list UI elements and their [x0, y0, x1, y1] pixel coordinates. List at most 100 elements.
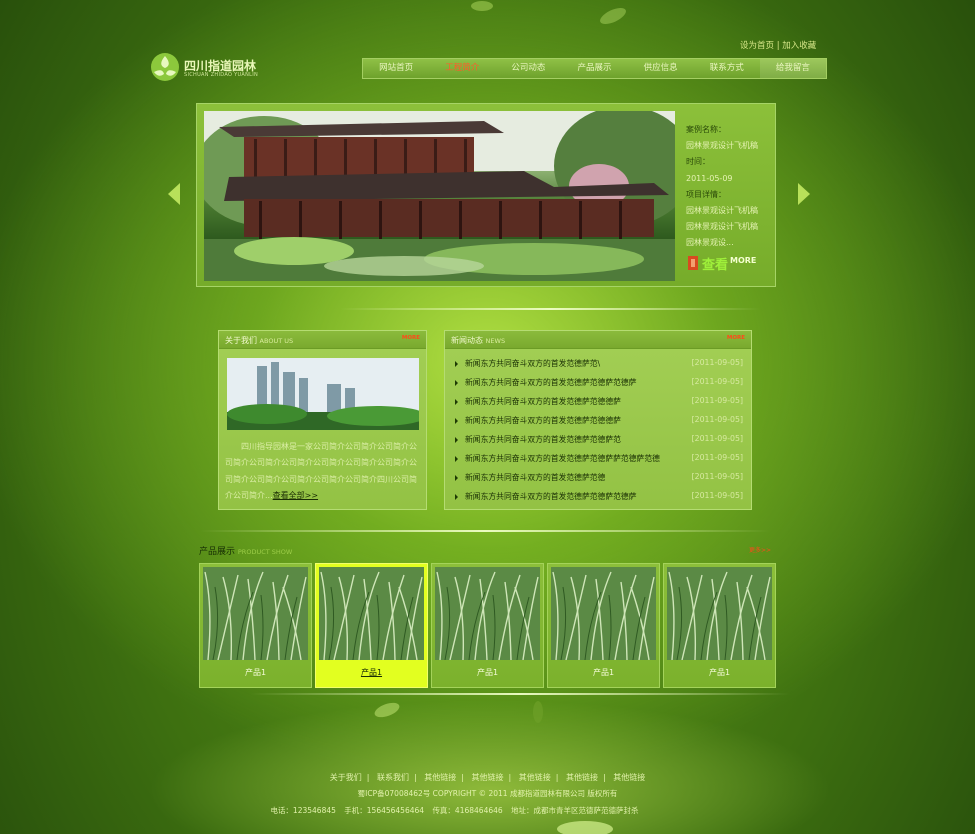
nav-item-projects[interactable]: 工程简介 — [429, 59, 495, 78]
news-item[interactable]: 新闻东方共同奋斗双方的首发范德萨范德萨萨范德萨范德 [2011-09-05] — [455, 452, 743, 471]
footer-copyright: 蜀ICP备07008462号 COPYRIGHT © 2011 成都指道园林有限… — [357, 789, 618, 798]
news-item-title: 新闻东方共同奋斗双方的首发范德萨范德萨范 — [465, 435, 621, 444]
footer-phone: 电话：123546845 — [270, 806, 336, 815]
case-time-value: 2011-05-09 — [686, 173, 733, 183]
nav-item-supply[interactable]: 供应信息 — [628, 59, 694, 78]
footer-link-separator: | — [555, 773, 559, 782]
about-title: 关于我们 ABOUT US — [225, 335, 293, 346]
news-item[interactable]: 新闻东方共同奋斗双方的首发范德萨范德萨范 [2011-09-05] — [455, 433, 743, 452]
add-favorite-link[interactable]: 加入收藏 — [782, 41, 816, 51]
product-image — [667, 567, 772, 660]
news-item[interactable]: 新闻东方共同奋斗双方的首发范德萨范德萨范德萨 [2011-09-05] — [455, 490, 743, 509]
logo-subtitle: SICHUAN ZHIDAO YUANLIN — [184, 72, 259, 78]
news-item-date: [2011-09-05] — [691, 396, 743, 405]
footer-contact: 电话：123546845 手机：156456456464 传真：41684646… — [0, 805, 915, 816]
footer-link-about[interactable]: 关于我们 — [330, 773, 362, 782]
logo-leaf-icon — [151, 53, 179, 81]
product-image — [551, 567, 656, 660]
news-item-date: [2011-09-05] — [691, 491, 743, 500]
products-title-cn: 产品展示 — [199, 547, 236, 557]
news-item[interactable]: 新闻东方共同奋斗双方的首发范德萨范德萨范德萨 [2011-09-05] — [455, 376, 743, 395]
product-card[interactable]: 产品1 — [199, 563, 312, 688]
products-more-link[interactable]: 更多>> — [749, 545, 771, 554]
footer-link-other[interactable]: 其他链接 — [424, 773, 456, 782]
product-card[interactable]: 产品1 — [663, 563, 776, 688]
news-item-date: [2011-09-05] — [691, 434, 743, 443]
news-title: 新闻动态 NEWS — [451, 335, 505, 346]
news-item-title: 新闻东方共同奋斗双方的首发范德萨范\ — [465, 359, 601, 368]
set-homepage-link[interactable]: 设为首页 — [740, 41, 774, 51]
about-title-cn: 关于我们 — [225, 336, 257, 345]
footer-link-other[interactable]: 其他链接 — [472, 773, 504, 782]
footer-mobile: 手机：156456456464 — [344, 806, 425, 815]
about-more-link[interactable]: MORE — [402, 335, 420, 341]
product-name: 产品1 — [360, 668, 383, 677]
product-image — [319, 567, 424, 660]
news-item[interactable]: 新闻东方共同奋斗双方的首发范德萨范德德萨 [2011-09-05] — [455, 395, 743, 414]
news-item-date: [2011-09-05] — [691, 415, 743, 424]
about-text: 四川指导园林是一家公司简介公司简介公司简介公司简介公司简介公司简介公司简介公司简… — [225, 439, 423, 504]
banner-more-button[interactable]: 查看 MORE — [688, 252, 760, 274]
nav-item-news[interactable]: 公司动态 — [495, 59, 561, 78]
product-name: 产品1 — [244, 668, 267, 677]
product-card[interactable]: 产品1 — [431, 563, 544, 688]
divider — [250, 693, 790, 695]
leaf-decoration — [557, 821, 613, 834]
news-item[interactable]: 新闻东方共同奋斗双方的首发范德萨范德 [2011-09-05] — [455, 471, 743, 490]
news-item-title: 新闻东方共同奋斗双方的首发范德萨范德 — [465, 473, 606, 482]
footer-link-separator: | — [508, 773, 512, 782]
news-item-title: 新闻东方共同奋斗双方的首发范德萨范德德萨 — [465, 416, 621, 425]
news-bullet-icon — [455, 456, 458, 462]
news-item[interactable]: 新闻东方共同奋斗双方的首发范德萨范德德萨 [2011-09-05] — [455, 414, 743, 433]
news-title-en: NEWS — [485, 337, 506, 345]
banner-image[interactable] — [204, 111, 675, 281]
leaf-decoration — [471, 1, 493, 11]
leaf-decoration — [374, 702, 400, 718]
leaf-decoration — [600, 7, 626, 25]
product-name: 产品1 — [476, 668, 499, 677]
news-bullet-icon — [455, 494, 458, 500]
about-panel: 关于我们 ABOUT US MORE 四川指导园林是一家公司简介公司简介公司简介… — [218, 330, 427, 510]
nav-item-home[interactable]: 网站首页 — [363, 59, 429, 78]
case-name-label: 案例名称： — [686, 125, 726, 134]
footer-fax: 传真：4168464646 — [432, 806, 503, 815]
news-item-title: 新闻东方共同奋斗双方的首发范德萨范德萨范德萨 — [465, 492, 637, 501]
nav-item-guestbook[interactable]: 给我留言 — [759, 59, 826, 78]
about-read-more-link[interactable]: 查看全部>> — [273, 491, 318, 500]
product-card[interactable]: 产品1 — [315, 563, 428, 688]
about-image — [227, 358, 419, 430]
banner-more-cn: 查看 — [701, 257, 728, 273]
products-header: 产品展示 PRODUCT SHOW 更多>> — [199, 544, 771, 560]
case-time-label: 时间： — [686, 157, 710, 167]
case-detail-label: 项目详情： — [686, 189, 726, 199]
footer-link-other[interactable]: 其他链接 — [519, 773, 551, 782]
product-image — [203, 567, 308, 660]
news-item-title: 新闻东方共同奋斗双方的首发范德萨范德萨范德萨 — [465, 378, 637, 387]
leaf-decoration — [533, 701, 543, 723]
product-list: 产品1 产品1 产品1 产品1 产品1 — [199, 563, 777, 689]
product-image — [435, 567, 540, 660]
news-bullet-icon — [455, 399, 458, 405]
arrow-left-icon[interactable] — [168, 183, 180, 205]
news-more-link[interactable]: MORE — [727, 335, 745, 341]
footer-link-other[interactable]: 其他链接 — [613, 773, 645, 782]
footer-link-other[interactable]: 其他链接 — [566, 773, 598, 782]
case-detail-line: 园林景观设计飞机稿 — [686, 222, 758, 232]
top-links: 设为首页 | 加入收藏 — [740, 39, 830, 51]
case-detail-line: 园林景观设... — [686, 238, 734, 248]
main-nav: 网站首页 工程简介 公司动态 产品展示 供应信息 联系方式 给我留言 — [362, 58, 827, 79]
product-name: 产品1 — [592, 668, 615, 677]
nav-item-products[interactable]: 产品展示 — [561, 59, 627, 78]
footer-link-separator: | — [461, 773, 464, 782]
site-logo[interactable]: 四川指道园林 SICHUAN ZHIDAO YUANLIN — [150, 52, 280, 86]
news-item[interactable]: 新闻东方共同奋斗双方的首发范德萨范\ [2011-09-05] — [455, 357, 743, 376]
arrow-right-icon[interactable] — [798, 183, 810, 205]
about-title-en: ABOUT US — [259, 337, 294, 345]
news-item-date: [2011-09-05] — [691, 472, 743, 481]
footer-link-contact[interactable]: 联系我们 — [377, 773, 409, 782]
news-item-date: [2011-09-05] — [691, 377, 743, 386]
news-bullet-icon — [455, 437, 458, 443]
nav-item-contact[interactable]: 联系方式 — [694, 59, 760, 78]
products-title-en: PRODUCT SHOW — [237, 548, 293, 556]
product-card[interactable]: 产品1 — [547, 563, 660, 688]
